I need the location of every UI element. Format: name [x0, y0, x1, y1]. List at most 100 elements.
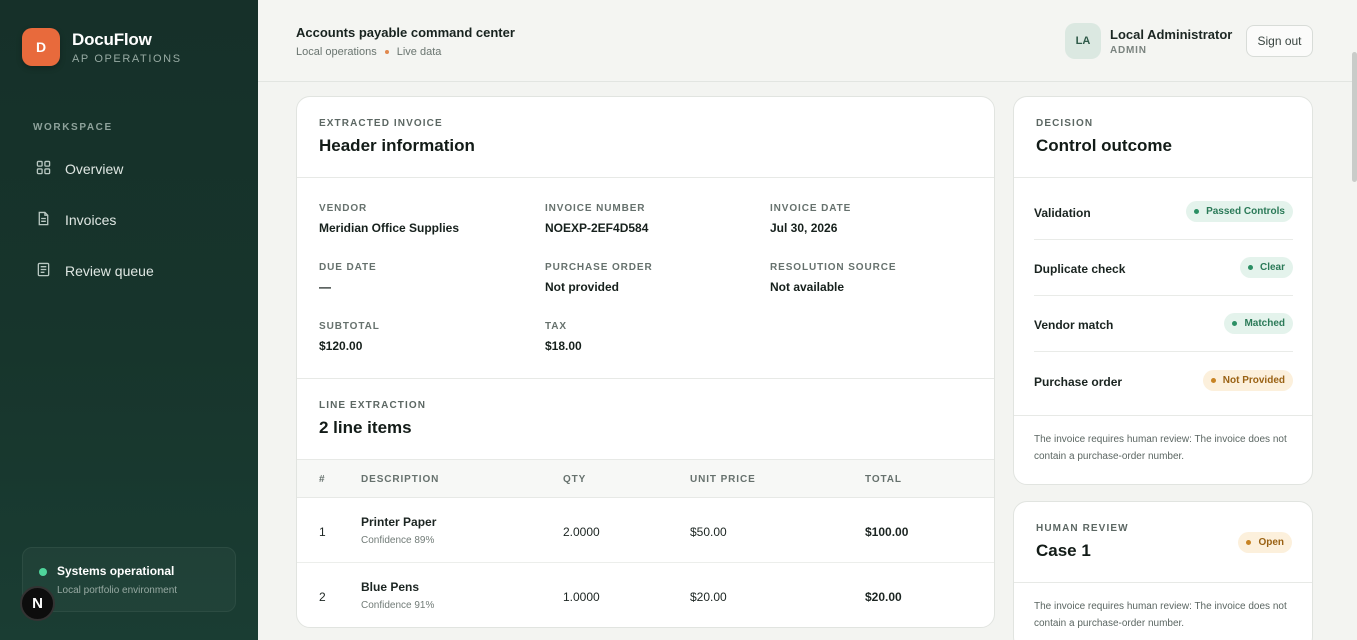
status-text: Not Provided [1222, 375, 1285, 386]
avatar[interactable]: LA [1065, 23, 1101, 59]
section-eyebrow: DECISION [1036, 118, 1094, 129]
table-row[interactable]: 1 Printer Paper Confidence 89% 2.0000 $5… [297, 498, 994, 563]
status-dot [1232, 321, 1238, 326]
field-value: Not provided [545, 280, 619, 294]
divider [1014, 177, 1312, 178]
field-value: $18.00 [545, 339, 582, 353]
page-title: Accounts payable command center [296, 25, 515, 40]
divider [297, 177, 994, 178]
human-review-card: HUMAN REVIEW Case 1 Open The invoice req… [1013, 501, 1313, 640]
check-label: Validation [1034, 206, 1091, 220]
column-header: TOTAL [865, 474, 902, 485]
sidebar-item-label: Invoices [65, 212, 117, 228]
user-role: ADMIN [1110, 45, 1147, 56]
breadcrumb-item: Local operations [296, 46, 377, 58]
decision-note: The invoice requires human review: The i… [1034, 434, 1287, 462]
field-value: Meridian Office Supplies [319, 221, 460, 235]
field-label: RESOLUTION SOURCE [770, 262, 897, 273]
check-duplicate: Duplicate check Clear [1034, 240, 1293, 296]
field-value: Not available [770, 280, 845, 294]
cell-number: 2 [319, 590, 326, 604]
check-purchase-order: Purchase order Not Provided [1034, 353, 1293, 409]
item-description: Blue Pens [361, 580, 420, 594]
check-label: Purchase order [1034, 375, 1123, 389]
status-dot [1247, 265, 1253, 270]
case-title: Case 1 [1036, 541, 1091, 560]
sidebar-item-review-queue[interactable]: Review queue [36, 262, 154, 280]
field-value: NOEXP-2EF4D584 [545, 221, 649, 235]
invoice-card: EXTRACTED INVOICE Header information VEN… [296, 96, 995, 628]
dev-tools-badge[interactable]: N [20, 586, 55, 621]
item-confidence: Confidence 91% [361, 600, 435, 611]
review-note: The invoice requires human review: The i… [1034, 601, 1287, 629]
sign-out-button[interactable]: Sign out [1246, 25, 1313, 57]
sidebar-item-invoices[interactable]: Invoices [36, 211, 116, 229]
field-purchase-order: PURCHASE ORDER Not provided [545, 262, 653, 294]
section-title: Control outcome [1036, 136, 1172, 155]
item-description: Printer Paper [361, 515, 437, 529]
column-header: QTY [563, 474, 587, 485]
field-subtotal: SUBTOTAL $120.00 [319, 321, 380, 353]
cell-description: Blue Pens Confidence 91% [361, 580, 434, 611]
status-subtitle: Local portfolio environment [57, 585, 178, 596]
sidebar-item-label: Review queue [65, 263, 154, 279]
field-resolution-source: RESOLUTION SOURCE Not available [770, 262, 896, 294]
scrollbar[interactable] [1352, 52, 1357, 182]
nav-heading: WORKSPACE [33, 122, 113, 133]
top-header: Accounts payable command center Local op… [258, 0, 1357, 82]
field-value: Jul 30, 2026 [770, 221, 838, 235]
sidebar-item-overview[interactable]: Overview [36, 160, 123, 178]
section-eyebrow: EXTRACTED INVOICE [319, 118, 443, 129]
field-label: INVOICE DATE [770, 203, 852, 214]
cell-qty: 2.0000 [563, 525, 600, 539]
app-logo: D [22, 28, 60, 66]
cell-total: $20.00 [865, 590, 902, 604]
status-badge: Passed Controls [1186, 201, 1293, 222]
cell-description: Printer Paper Confidence 89% [361, 515, 436, 546]
brand[interactable]: D DocuFlow AP OPERATIONS [22, 28, 182, 66]
sidebar-item-label: Overview [65, 161, 124, 177]
breadcrumb-separator [384, 50, 389, 54]
field-invoice-number: INVOICE NUMBER NOEXP-2EF4D584 [545, 203, 648, 235]
status-text: Passed Controls [1206, 206, 1285, 217]
field-label: PURCHASE ORDER [545, 262, 653, 273]
app-name: DocuFlow [72, 29, 152, 49]
status-dot [1210, 378, 1216, 383]
cell-total: $100.00 [865, 525, 909, 539]
column-header: DESCRIPTION [361, 474, 440, 485]
column-header: # [319, 474, 326, 485]
check-label: Vendor match [1034, 318, 1114, 332]
field-value: — [319, 280, 331, 294]
field-invoice-date: INVOICE DATE Jul 30, 2026 [770, 203, 851, 235]
decision-card: DECISION Control outcome Validation Pass… [1013, 96, 1313, 485]
case-status-badge: Open [1238, 532, 1292, 553]
section-eyebrow: HUMAN REVIEW [1036, 523, 1129, 534]
divider [1014, 415, 1312, 416]
list-document-icon [36, 262, 65, 280]
status-dot [1246, 540, 1252, 545]
section-eyebrow: LINE EXTRACTION [319, 400, 427, 411]
divider [1014, 582, 1312, 583]
app-subtitle: AP OPERATIONS [72, 52, 182, 65]
status-text: Matched [1244, 318, 1285, 329]
cell-unit-price: $50.00 [690, 525, 727, 539]
status-badge: Matched [1224, 313, 1293, 334]
line-items-title: 2 line items [319, 418, 412, 437]
divider [297, 378, 994, 379]
field-label: DUE DATE [319, 262, 377, 273]
sidebar: D DocuFlow AP OPERATIONS WORKSPACE Overv… [0, 0, 258, 640]
check-label: Duplicate check [1034, 262, 1126, 276]
field-value: $120.00 [319, 339, 363, 353]
cell-unit-price: $20.00 [690, 590, 727, 604]
status-title: Systems operational [57, 564, 175, 578]
field-label: SUBTOTAL [319, 321, 380, 332]
status-text: Clear [1259, 262, 1285, 273]
table-row[interactable]: 2 Blue Pens Confidence 91% 1.0000 $20.00… [297, 563, 994, 627]
column-header: UNIT PRICE [690, 474, 756, 485]
table-header: # DESCRIPTION QTY UNIT PRICE TOTAL [297, 459, 994, 498]
status-badge: Not Provided [1202, 370, 1293, 391]
user-name: Local Administrator [1110, 27, 1233, 42]
status-dot [1194, 209, 1200, 214]
status-badge: Clear [1239, 257, 1293, 278]
breadcrumb: Local operations Live data [296, 46, 441, 58]
